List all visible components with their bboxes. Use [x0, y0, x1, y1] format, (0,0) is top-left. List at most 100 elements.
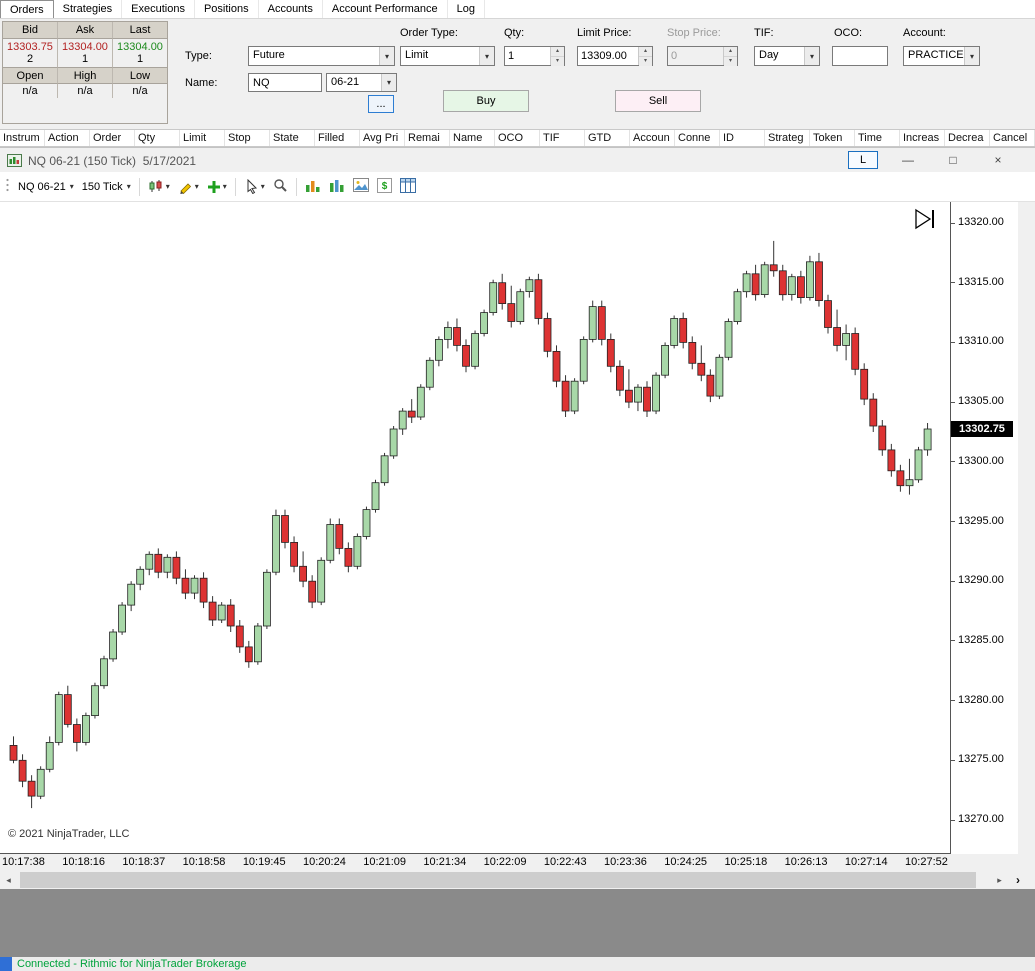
drawing-tools-button[interactable]: ▾	[178, 179, 199, 194]
grid-column-time[interactable]: Time	[855, 130, 900, 146]
buy-button[interactable]: Buy	[443, 90, 529, 112]
chart-area[interactable]: 13320.00 13315.00 13310.00 13305.00 13300.00…	[0, 202, 1035, 854]
spin-down-icon[interactable]: ▾	[639, 57, 652, 66]
scrollbar-track[interactable]	[17, 871, 991, 889]
account-value: PRACTICE!	[908, 49, 964, 61]
chart-trader-icon[interactable]: $	[376, 177, 392, 196]
tab-positions[interactable]: Positions	[195, 0, 259, 18]
indicators-panel-icon[interactable]	[305, 178, 321, 196]
grid-column-oco[interactable]: OCO	[495, 130, 540, 146]
time-tick-label: 10:17:38	[2, 856, 45, 868]
snapshot-icon[interactable]	[352, 178, 369, 195]
chart-style-button[interactable]: ▾	[148, 179, 170, 194]
tab-executions[interactable]: Executions	[122, 0, 195, 18]
price-axis[interactable]: 13320.00 13315.00 13310.00 13305.00 13300.00…	[0, 202, 1018, 854]
grid-column-order[interactable]: Order	[90, 130, 135, 146]
order-type-select[interactable]: Limit ▾	[400, 46, 495, 66]
instrument-name-input[interactable]	[248, 73, 322, 92]
taskbar-app-icon[interactable]	[0, 957, 12, 971]
spin-down-icon: ▾	[724, 57, 737, 66]
price-tick	[950, 521, 955, 522]
grid-column-avg-pri[interactable]: Avg Pri	[360, 130, 405, 146]
account-select[interactable]: PRACTICE! ▾	[903, 46, 980, 66]
tif-select[interactable]: Day ▾	[754, 46, 820, 66]
market-analyzer-icon[interactable]	[399, 177, 416, 196]
instrument-type-select[interactable]: Future ▾	[248, 46, 395, 66]
scroll-right-icon[interactable]: ▸	[991, 871, 1008, 889]
price-tick-label: 13300.00	[958, 454, 1004, 467]
grid-column-tif[interactable]: TIF	[540, 130, 585, 146]
grid-column-filled[interactable]: Filled	[315, 130, 360, 146]
grid-column-remai[interactable]: Remai	[405, 130, 450, 146]
grid-column-instrum[interactable]: Instrum	[0, 130, 45, 146]
grid-column-stop[interactable]: Stop	[225, 130, 270, 146]
chevron-down-icon[interactable]: ▾	[379, 47, 394, 65]
more-options-button[interactable]: ...	[368, 95, 394, 113]
scrollbar-thumb[interactable]	[20, 872, 976, 888]
expand-chevron-icon[interactable]: ›	[1016, 873, 1020, 887]
expiry-select[interactable]: 06-21 ▾	[326, 73, 397, 92]
oco-label: OCO:	[834, 27, 863, 39]
tab-log[interactable]: Log	[448, 0, 485, 18]
chevron-down-icon[interactable]: ▾	[804, 47, 819, 65]
open-value: n/a	[3, 84, 58, 98]
add-indicator-button[interactable]: ▾	[207, 180, 227, 194]
time-axis[interactable]: 10:17:38 10:18:16 10:18:37 10:18:58 10:19:45…	[0, 854, 952, 871]
price-tick	[950, 401, 955, 403]
chevron-down-icon[interactable]: ▾	[479, 47, 494, 65]
grid-column-id[interactable]: ID	[720, 130, 765, 146]
grid-column-strateg[interactable]: Strateg	[765, 130, 810, 146]
grid-column-state[interactable]: State	[270, 130, 315, 146]
tab-accounts[interactable]: Accounts	[259, 0, 323, 18]
qty-stepper[interactable]: ▴▾	[504, 46, 565, 66]
toolbar-grip-icon[interactable]	[5, 177, 10, 196]
zoom-in-icon[interactable]	[273, 178, 288, 196]
limit-price-input[interactable]	[578, 47, 638, 65]
maximize-icon[interactable]: □	[938, 150, 968, 170]
qty-spin-buttons[interactable]: ▴ ▾	[550, 47, 564, 66]
spin-down-icon[interactable]: ▾	[551, 57, 564, 66]
spin-up-icon[interactable]: ▴	[551, 47, 564, 57]
limit-price-stepper[interactable]: ▴▾	[577, 46, 653, 66]
spin-up-icon[interactable]: ▴	[639, 47, 652, 57]
time-tick-label: 10:21:34	[423, 856, 467, 868]
scroll-left-icon[interactable]: ◂	[0, 871, 17, 889]
grid-column-gtd[interactable]: GTD	[585, 130, 630, 146]
tab-account-performance[interactable]: Account Performance	[323, 0, 448, 18]
order-entry-panel: Bid Ask Last 13303.75 13304.00 13304.00 …	[0, 19, 1035, 129]
instrument-selector[interactable]: NQ 06-21 ▾	[18, 181, 74, 193]
limit-price-spin-buttons[interactable]: ▴ ▾	[638, 47, 652, 66]
time-tick-label: 10:24:25	[664, 856, 708, 868]
chevron-down-icon[interactable]: ▾	[381, 74, 396, 91]
ask-header: Ask	[58, 22, 113, 39]
grid-column-decrea[interactable]: Decrea	[945, 130, 990, 146]
grid-column-token[interactable]: Token	[810, 130, 855, 146]
grid-column-cancel[interactable]: Cancel	[990, 130, 1035, 146]
link-button[interactable]: L	[848, 151, 878, 169]
grid-column-accoun[interactable]: Accoun	[630, 130, 675, 146]
price-tick	[950, 341, 955, 343]
sell-button[interactable]: Sell	[615, 90, 701, 112]
chart-window-titlebar[interactable]: NQ 06-21 (150 Tick) 5/17/2021 L — □ ×	[0, 147, 1035, 172]
horizontal-scrollbar[interactable]: ◂ ▸ ›	[0, 871, 1035, 889]
stop-price-input	[668, 47, 723, 65]
qty-input[interactable]	[505, 47, 550, 65]
grid-column-qty[interactable]: Qty	[135, 130, 180, 146]
tab-strategies[interactable]: Strategies	[54, 0, 123, 18]
tab-orders[interactable]: Orders	[0, 0, 54, 18]
oco-input[interactable]	[832, 46, 888, 66]
minimize-icon[interactable]: —	[893, 150, 923, 170]
grid-column-action[interactable]: Action	[45, 130, 90, 146]
order-type-value: Limit	[405, 49, 429, 61]
playback-marker-icon[interactable]	[914, 208, 938, 230]
grid-column-limit[interactable]: Limit	[180, 130, 225, 146]
chevron-down-icon[interactable]: ▾	[964, 47, 979, 65]
pointer-tool-button[interactable]: ▾	[244, 179, 265, 194]
interval-selector[interactable]: 150 Tick ▾	[82, 181, 131, 193]
grid-column-name[interactable]: Name	[450, 130, 495, 146]
data-series-icon[interactable]	[329, 178, 345, 196]
close-icon[interactable]: ×	[983, 150, 1013, 170]
grid-column-conne[interactable]: Conne	[675, 130, 720, 146]
grid-column-increas[interactable]: Increas	[900, 130, 945, 146]
window-right-margin	[1018, 202, 1035, 854]
